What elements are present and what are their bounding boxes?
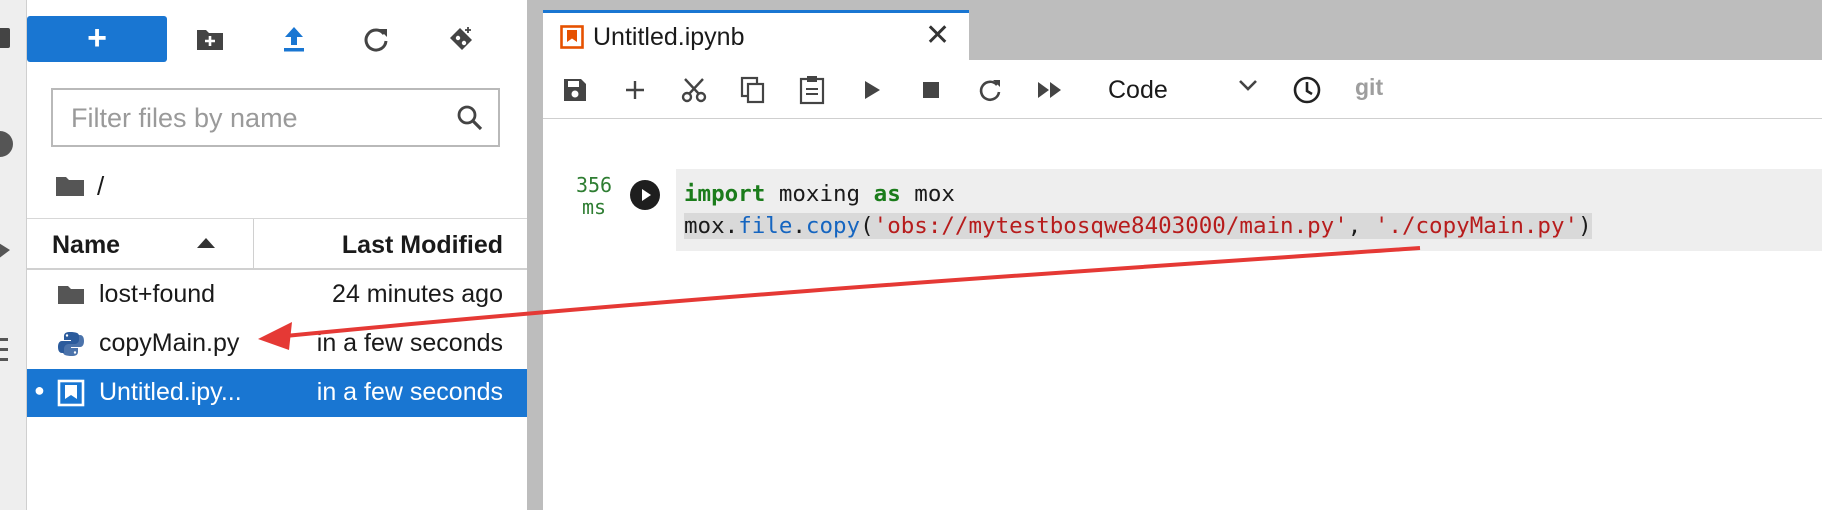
column-last-modified[interactable]: Last Modified: [342, 231, 503, 260]
cell-type-select[interactable]: Code: [1108, 70, 1288, 110]
sort-ascending-icon[interactable]: [197, 237, 215, 249]
folder-icon: [58, 286, 84, 304]
new-folder-icon[interactable]: [190, 19, 230, 59]
upload-icon[interactable]: [274, 19, 314, 59]
code-cell-editor[interactable]: import moxing as mox mox.file.copy('obs:…: [676, 169, 1822, 251]
code-token: moxing: [765, 181, 874, 207]
clock-icon[interactable]: [1287, 70, 1327, 110]
column-divider[interactable]: [253, 219, 254, 269]
breadcrumb: /: [55, 168, 104, 204]
file-list-header: Name Last Modified: [27, 218, 527, 270]
code-line-2: mox.file.copy('obs://mytestbosqwe8403000…: [684, 213, 1592, 239]
activity-bar: [0, 0, 27, 510]
code-token: .: [792, 213, 806, 239]
code-token: ,: [1347, 213, 1375, 239]
restart-icon[interactable]: [970, 70, 1010, 110]
new-launcher-button[interactable]: +: [27, 16, 167, 62]
git-clone-icon[interactable]: [441, 19, 481, 59]
notebook-icon: [560, 25, 584, 49]
file-row-lost-found[interactable]: lost+found 24 minutes ago: [27, 271, 527, 319]
chevron-down-icon: [1239, 80, 1257, 91]
code-token: ): [1578, 213, 1592, 239]
code-token: mox: [900, 181, 955, 207]
code-token: mox.: [684, 213, 739, 239]
stop-icon[interactable]: [911, 70, 951, 110]
run-icon[interactable]: [852, 70, 892, 110]
run-cell-button[interactable]: [630, 180, 660, 210]
filter-input[interactable]: [69, 90, 453, 147]
file-name: lost+found: [99, 280, 216, 308]
cut-icon[interactable]: [674, 70, 714, 110]
paste-icon[interactable]: [792, 70, 832, 110]
column-name[interactable]: Name: [52, 231, 120, 260]
panel-splitter[interactable]: [527, 0, 543, 510]
code-string: './copyMain.py': [1374, 213, 1579, 239]
file-name: Untitled.ipy...: [99, 378, 242, 406]
code-attr: file: [738, 213, 793, 239]
play-icon: [642, 189, 651, 201]
search-icon: [457, 105, 483, 131]
execution-time: 356 ms: [568, 174, 620, 218]
add-cell-icon[interactable]: [615, 70, 655, 110]
code-attr: copy: [805, 213, 861, 239]
file-modified: 24 minutes ago: [332, 280, 503, 308]
folder-icon[interactable]: [55, 174, 85, 198]
tab-title: Untitled.ipynb: [593, 23, 745, 51]
notebook-icon: [57, 379, 85, 407]
code-string: 'obs://mytestbosqwe8403000/main.py': [873, 213, 1348, 239]
breadcrumb-root[interactable]: /: [97, 171, 104, 202]
keyword: import: [684, 181, 766, 207]
file-row-copymain[interactable]: copyMain.py in a few seconds: [27, 320, 527, 368]
selected-code: mox.file.copy('obs://mytestbosqwe8403000…: [684, 213, 1592, 239]
code-token: (: [860, 213, 874, 239]
execution-time-unit: ms: [581, 195, 607, 219]
file-name: copyMain.py: [99, 329, 240, 357]
running-indicator: ●: [34, 380, 45, 400]
git-button[interactable]: git: [1355, 74, 1383, 101]
execution-time-value: 356: [575, 173, 613, 197]
file-row-untitled[interactable]: ● Untitled.ipy... in a few seconds: [27, 369, 527, 417]
refresh-icon[interactable]: [356, 19, 396, 59]
file-modified: in a few seconds: [316, 378, 503, 406]
fast-forward-icon[interactable]: [1030, 70, 1070, 110]
code-line-1: import moxing as mox: [684, 181, 955, 207]
close-icon[interactable]: ✕: [925, 21, 950, 51]
tab-untitled-notebook[interactable]: Untitled.ipynb ✕: [543, 10, 969, 62]
filter-box: [51, 88, 500, 147]
file-modified: in a few seconds: [316, 329, 503, 357]
copy-icon[interactable]: [733, 70, 773, 110]
notebook-toolbar: Code git: [543, 62, 1822, 119]
cell-type-value: Code: [1108, 76, 1168, 104]
python-file-icon: [58, 332, 84, 356]
save-icon[interactable]: [555, 70, 595, 110]
activity-icons[interactable]: [0, 0, 26, 510]
keyword: as: [873, 181, 901, 207]
